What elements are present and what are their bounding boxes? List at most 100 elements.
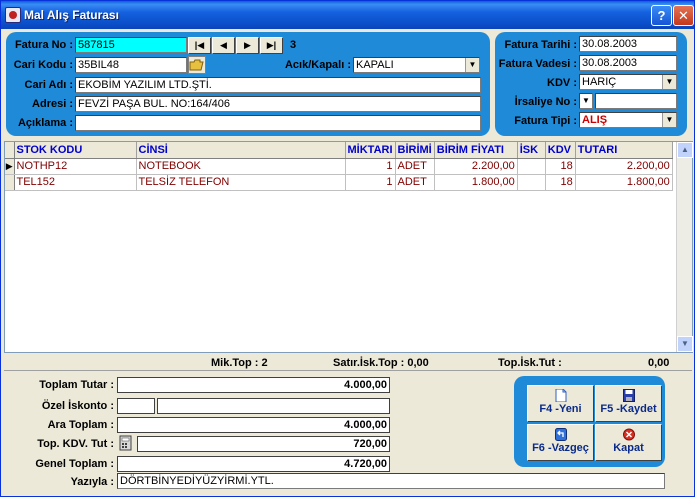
close-button[interactable]: ✕	[673, 5, 694, 26]
save-disk-icon	[622, 389, 635, 402]
genel-toplam-field[interactable]: 4.720,00	[117, 456, 390, 472]
save-button[interactable]: F5 -Kaydet	[595, 385, 662, 422]
table-row[interactable]: ▶ NOTHP12 NOTEBOOK 1 ADET 2.200,00 18 2.…	[5, 158, 673, 175]
open-folder-button[interactable]	[188, 56, 206, 74]
acik-kapali-select[interactable]: KAPALI ▼	[353, 57, 480, 73]
fatura-tipi-label: Fatura Tipi :	[514, 115, 577, 127]
col-cinsi[interactable]: CİNSİ	[136, 142, 346, 159]
irsaliye-dropdown-button[interactable]: ▼	[579, 93, 593, 109]
new-button[interactable]: F4 -Yeni	[527, 385, 594, 422]
app-icon	[5, 7, 21, 23]
cari-adi-label: Cari Adı :	[24, 79, 74, 91]
col-miktari[interactable]: MİKTARI	[345, 142, 396, 159]
fatura-vadesi-label: Fatura Vadesi :	[498, 58, 577, 70]
col-birimi[interactable]: BİRİMİ	[395, 142, 435, 159]
yaziyla-field[interactable]: DÖRTBİNYEDİYÜZYİRMİ.YTL.	[117, 473, 665, 489]
cari-adi-field[interactable]: EKOBİM YAZILIM LTD.ŞTİ.	[75, 77, 481, 93]
record-count: 3	[290, 39, 297, 51]
top-kdv-label: Top. KDV. Tut :	[37, 438, 114, 450]
col-isk[interactable]: İSK	[517, 142, 546, 159]
current-row-indicator-icon: ▶	[5, 158, 15, 175]
window-title: Mal Alış Faturası	[24, 8, 119, 22]
cell-tutari[interactable]: 2.200,00	[575, 158, 673, 175]
prev-record-button[interactable]: ◀	[212, 37, 235, 54]
cell-cinsi[interactable]: TELSİZ TELEFON	[136, 174, 346, 191]
title-bar[interactable]: Mal Alış Faturası ? ✕	[1, 1, 694, 29]
vertical-scrollbar[interactable]: ▲ ▼	[676, 142, 693, 352]
invoice-lines-grid[interactable]: STOK KODU CİNSİ MİKTARI BİRİMİ BİRİM FİY…	[4, 141, 693, 353]
cell-tutari[interactable]: 1.800,00	[575, 174, 673, 191]
row-indicator	[5, 174, 15, 191]
cell-stok-kodu[interactable]: NOTHP12	[14, 158, 137, 175]
kdv-label: KDV :	[547, 77, 577, 89]
scroll-up-icon[interactable]: ▲	[677, 142, 693, 158]
cell-birimi[interactable]: ADET	[395, 158, 435, 175]
ozel-iskonto-label: Özel İskonto :	[41, 400, 114, 412]
chevron-down-icon[interactable]: ▼	[662, 75, 676, 89]
fatura-tipi-select[interactable]: ALIŞ ▼	[579, 112, 677, 128]
fatura-no-field[interactable]: 587815	[75, 37, 187, 53]
col-tutari[interactable]: TUTARI	[575, 142, 673, 159]
col-stok-kodu[interactable]: STOK KODU	[14, 142, 137, 159]
close-icon	[622, 428, 635, 441]
aciklama-field[interactable]	[75, 115, 481, 131]
adresi-field[interactable]: FEVZİ PAŞA BUL. NO:164/406	[75, 96, 481, 112]
col-birim-fiyati[interactable]: BİRİM FİYATI	[434, 142, 518, 159]
ozel-iskonto-amount-field[interactable]	[157, 398, 390, 414]
fatura-no-label: Fatura No :	[14, 39, 73, 51]
calculator-button[interactable]	[118, 435, 134, 451]
folder-icon	[189, 59, 204, 71]
adresi-label: Adresi :	[32, 98, 73, 110]
invoice-lines-table: STOK KODU CİNSİ MİKTARI BİRİMİ BİRİM FİY…	[5, 142, 673, 191]
acik-kapali-value: KAPALI	[356, 59, 394, 71]
cell-birim-fiyati[interactable]: 2.200,00	[434, 158, 518, 175]
satir-isk-top: Satır.İsk.Top : 0,00	[333, 357, 429, 369]
cell-miktari[interactable]: 1	[345, 158, 396, 175]
cell-isk[interactable]	[517, 158, 546, 175]
invoice-window: Mal Alış Faturası ? ✕ Fatura No : 587815…	[0, 0, 695, 497]
scroll-down-icon[interactable]: ▼	[677, 336, 693, 352]
chevron-down-icon[interactable]: ▼	[662, 113, 676, 127]
aciklama-label: Açıklama :	[17, 117, 73, 129]
table-row[interactable]: TEL152 TELSİZ TELEFON 1 ADET 1.800,00 18…	[5, 174, 673, 191]
cell-birimi[interactable]: ADET	[395, 174, 435, 191]
chevron-down-icon[interactable]: ▼	[465, 58, 479, 72]
first-record-button[interactable]: |◀	[188, 37, 211, 54]
cari-kodu-label: Cari Kodu :	[13, 59, 73, 71]
save-button-label: F5 -Kaydet	[600, 403, 657, 415]
cell-kdv[interactable]: 18	[545, 158, 576, 175]
top-isk-tut-value: 0,00	[648, 357, 670, 369]
cell-isk[interactable]	[517, 174, 546, 191]
cell-birim-fiyati[interactable]: 1.800,00	[434, 174, 518, 191]
col-kdv[interactable]: KDV	[545, 142, 576, 159]
acik-kapali-label: Acık/Kapalı :	[284, 59, 351, 71]
calculator-icon	[119, 435, 132, 451]
cancel-button[interactable]: F6 -Vazgeç	[527, 424, 594, 461]
help-button[interactable]: ?	[651, 5, 672, 26]
next-record-button[interactable]: ▶	[236, 37, 259, 54]
grid-header-row: STOK KODU CİNSİ MİKTARI BİRİMİ BİRİM FİY…	[5, 142, 673, 159]
kdv-select[interactable]: HARIÇ ▼	[579, 74, 677, 90]
cari-kodu-field[interactable]: 35BIL48	[75, 57, 187, 73]
new-button-label: F4 -Yeni	[539, 403, 582, 415]
yaziyla-label: Yazıyla :	[70, 476, 114, 488]
fatura-vadesi-field[interactable]: 30.08.2003	[579, 55, 677, 71]
ozel-iskonto-rate-field[interactable]	[117, 398, 155, 414]
cell-cinsi[interactable]: NOTEBOOK	[136, 158, 346, 175]
toplam-tutar-field[interactable]: 4.000,00	[117, 377, 390, 393]
fatura-tarihi-field[interactable]: 30.08.2003	[579, 36, 677, 52]
genel-toplam-label: Genel Toplam :	[35, 458, 114, 470]
irsaliye-no-field[interactable]	[595, 93, 677, 109]
toplam-tutar-label: Toplam Tutar :	[39, 379, 114, 391]
kdv-value: HARIÇ	[582, 76, 617, 88]
cell-kdv[interactable]: 18	[545, 174, 576, 191]
top-kdv-field[interactable]: 720,00	[137, 436, 390, 452]
top-isk-tut-label: Top.İsk.Tut :	[498, 357, 562, 369]
cell-stok-kodu[interactable]: TEL152	[14, 174, 137, 191]
cell-miktari[interactable]: 1	[345, 174, 396, 191]
fatura-tipi-value: ALIŞ	[582, 114, 608, 126]
ara-toplam-field[interactable]: 4.000,00	[117, 417, 390, 433]
last-record-button[interactable]: ▶|	[260, 37, 283, 54]
fatura-tarihi-label: Fatura Tarihi :	[504, 39, 577, 51]
close-form-button[interactable]: Kapat	[595, 424, 662, 461]
